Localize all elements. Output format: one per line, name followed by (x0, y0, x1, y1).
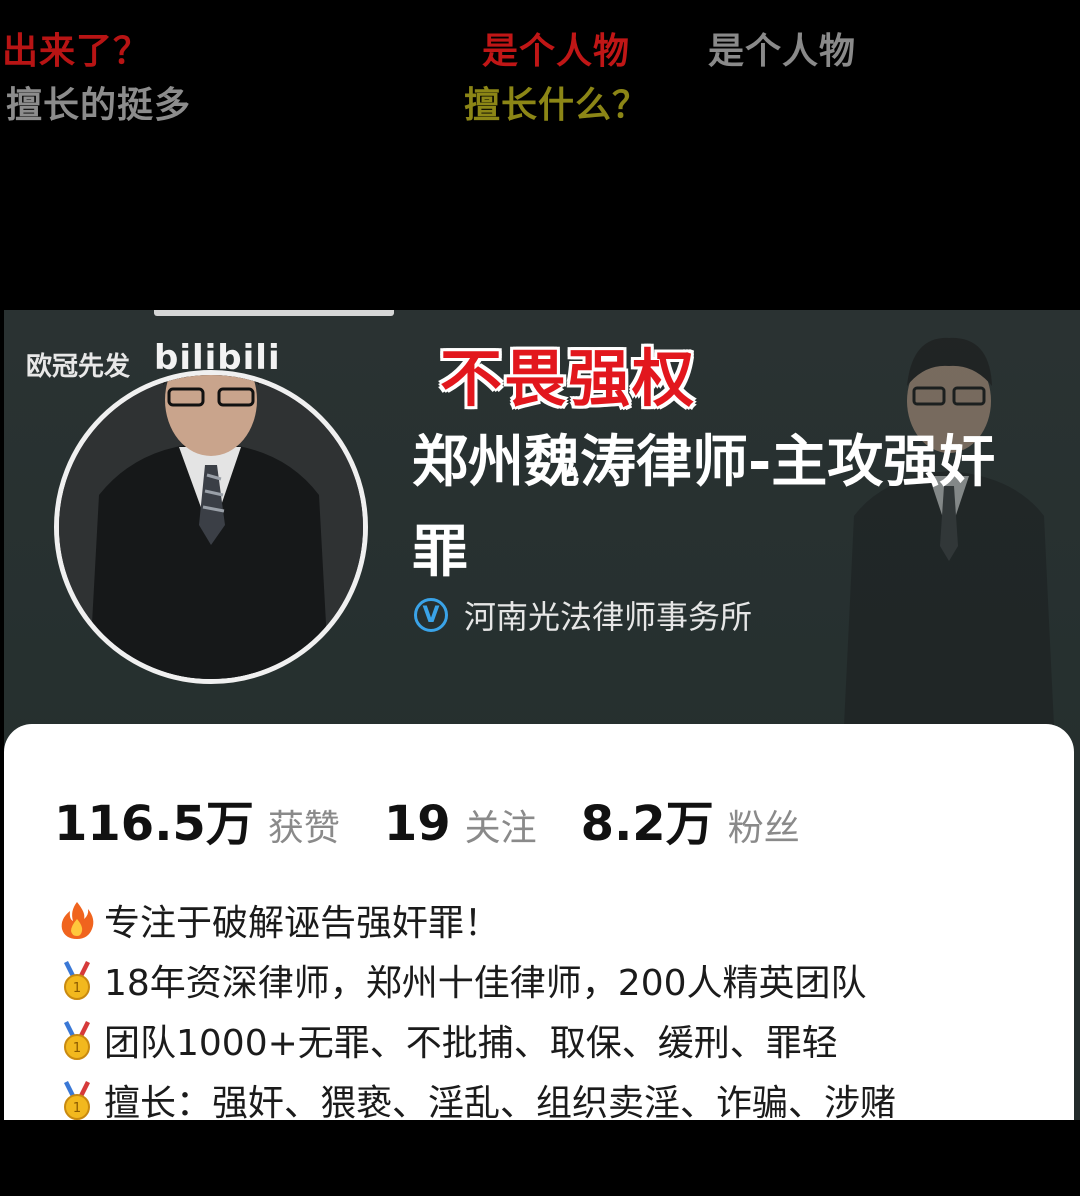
gold-medal-icon: 1 (64, 1081, 90, 1120)
bio-text: 团队1000+无罪、不批捕、取保、缓刑、罪轻 (104, 1023, 838, 1064)
profile-info-card: 116.5万 获赞 19 关注 8.2万 粉丝 专注于破解诬告强奸罪！ 1 18… (4, 724, 1074, 1124)
bio-line: 1 团队1000+无罪、不批捕、取保、缓刑、罪轻 (56, 1010, 896, 1070)
profile-name: 郑州魏涛律师-主攻强奸罪 (412, 430, 996, 585)
banner-tagline: 不畏强权 (440, 342, 697, 415)
bio-line: 专注于破解诬告强奸罪！ (56, 890, 896, 950)
stat-following[interactable]: 19 关注 (384, 796, 537, 852)
svg-text:1: 1 (73, 981, 81, 996)
stat-value: 19 (383, 796, 451, 852)
stat-label: 获赞 (267, 808, 340, 849)
cropped-caption (154, 310, 394, 316)
danmaku-comment: 擅长什么？ (464, 85, 650, 126)
danmaku-comment: 是个人物 (482, 31, 631, 72)
stats-row: 116.5万 获赞 19 关注 8.2万 粉丝 (54, 784, 844, 854)
stat-likes[interactable]: 116.5万 获赞 (54, 784, 340, 854)
stat-followers[interactable]: 8.2万 粉丝 (581, 784, 800, 854)
profile-avatar[interactable] (54, 370, 368, 684)
danmaku-comment: 擅长的挺多 (6, 85, 192, 126)
svg-text:1: 1 (73, 1041, 81, 1056)
stat-label: 粉丝 (727, 808, 800, 849)
organization-name: 河南光法律师事务所 (464, 598, 753, 636)
danmaku-comment: 出来了？ (2, 31, 151, 72)
profile-bio: 专注于破解诬告强奸罪！ 1 18年资深律师，郑州十佳律师，200人精英团队 1 … (56, 890, 896, 1130)
verification-row[interactable]: V 河南光法律师事务所 (414, 592, 752, 638)
svg-text:1: 1 (73, 1101, 81, 1116)
channel-watermark: 欧冠先发 (26, 352, 131, 382)
stat-value: 116.5万 (54, 796, 254, 852)
danmaku-comment: 是个人物 (708, 31, 857, 72)
fire-icon (61, 902, 94, 939)
bio-text: 擅长：强奸、猥亵、淫乱、组织卖淫、诈骗、涉赌 (104, 1083, 897, 1124)
stat-label: 关注 (464, 808, 537, 849)
bio-text: 18年资深律师，郑州十佳律师，200人精英团队 (104, 963, 867, 1004)
verified-badge-icon: V (414, 598, 448, 632)
stat-value: 8.2万 (580, 796, 714, 852)
bio-line: 1 18年资深律师，郑州十佳律师，200人精英团队 (56, 950, 896, 1010)
bottom-black-bar (0, 1120, 1080, 1196)
gold-medal-icon: 1 (64, 961, 90, 1000)
bio-text: 专注于破解诬告强奸罪！ (104, 903, 501, 944)
gold-medal-icon: 1 (64, 1021, 90, 1060)
